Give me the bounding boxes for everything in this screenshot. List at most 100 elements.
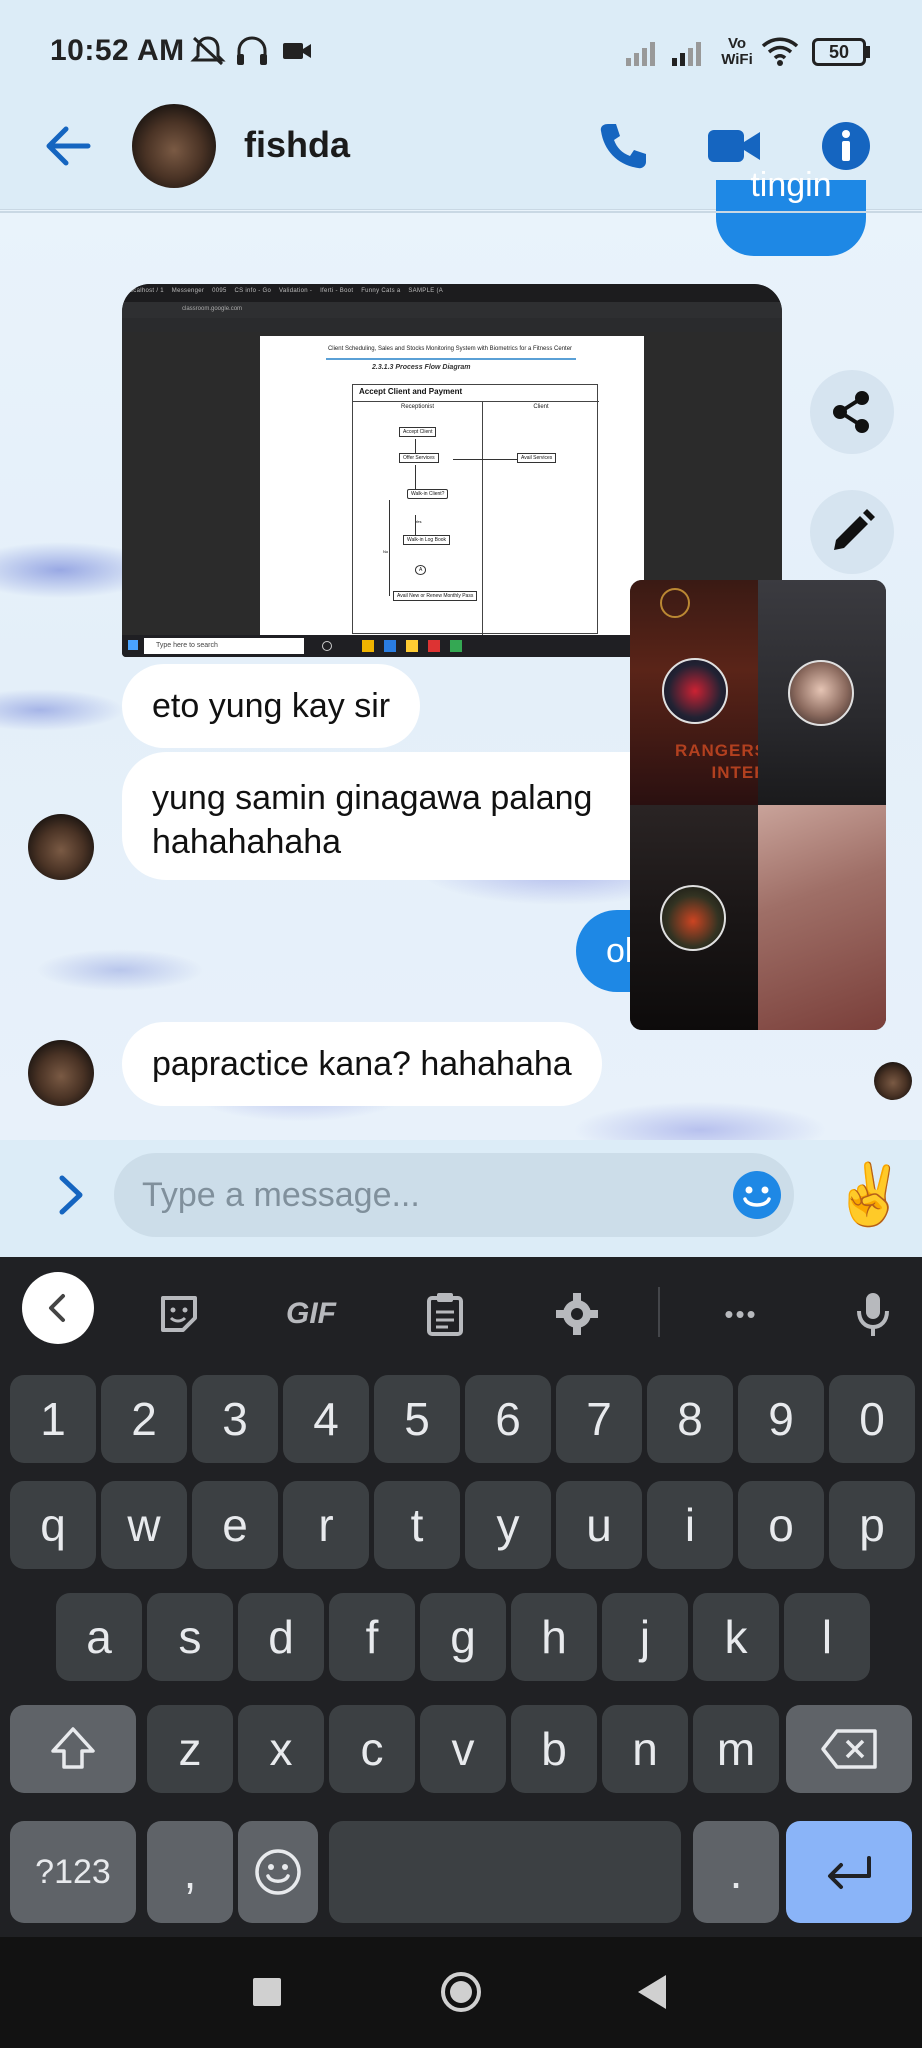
chevron-left-icon xyxy=(49,1294,65,1322)
key-k[interactable]: k xyxy=(693,1593,779,1681)
key-1[interactable]: 1 xyxy=(10,1375,96,1463)
key-n[interactable]: n xyxy=(602,1705,688,1793)
key-2[interactable]: 2 xyxy=(101,1375,187,1463)
microphone-icon xyxy=(857,1293,889,1336)
key-t[interactable]: t xyxy=(374,1481,460,1569)
shift-icon xyxy=(51,1727,95,1769)
settings-button[interactable] xyxy=(542,1279,612,1349)
shift-key[interactable] xyxy=(10,1705,136,1793)
key-r[interactable]: r xyxy=(283,1481,369,1569)
message-composer[interactable] xyxy=(114,1153,794,1237)
contact-avatar[interactable] xyxy=(132,104,216,188)
enter-icon xyxy=(828,1856,871,1889)
phone-icon[interactable] xyxy=(594,118,650,174)
sender-avatar[interactable] xyxy=(28,1040,94,1106)
key-v[interactable]: v xyxy=(420,1705,506,1793)
share-button[interactable] xyxy=(810,370,894,454)
comma-key[interactable]: , xyxy=(147,1821,233,1923)
key-i[interactable]: i xyxy=(647,1481,733,1569)
key-u[interactable]: u xyxy=(556,1481,642,1569)
emoji-key[interactable] xyxy=(238,1821,318,1923)
key-x[interactable]: x xyxy=(238,1705,324,1793)
key-q[interactable]: q xyxy=(10,1481,96,1569)
browser-address-bar: classroom.google.com xyxy=(122,302,782,318)
edit-button[interactable] xyxy=(810,490,894,574)
recents-icon[interactable] xyxy=(242,1967,292,2017)
key-0[interactable]: 0 xyxy=(829,1375,915,1463)
video-call-overlay[interactable]: RANGERS OF THE INTERNET xyxy=(630,580,886,1030)
message-text: papractice kana? hahahaha xyxy=(152,1045,572,1083)
gear-icon xyxy=(556,1293,598,1335)
symbols-key[interactable]: ?123 xyxy=(10,1821,136,1923)
key-5[interactable]: 5 xyxy=(374,1375,460,1463)
key-6[interactable]: 6 xyxy=(465,1375,551,1463)
back-icon[interactable] xyxy=(628,1967,678,2017)
emoji-icon xyxy=(255,1849,301,1895)
key-s[interactable]: s xyxy=(147,1593,233,1681)
space-key[interactable] xyxy=(329,1821,681,1923)
key-e[interactable]: e xyxy=(192,1481,278,1569)
key-p[interactable]: p xyxy=(829,1481,915,1569)
status-bar: 10:52 AM Vo WiFi 50 xyxy=(0,0,922,100)
headset-icon xyxy=(237,36,267,65)
message-text: eto yung kay sir xyxy=(152,687,391,725)
more-button[interactable]: ••• xyxy=(706,1279,776,1349)
voice-input-button[interactable] xyxy=(838,1279,908,1349)
sent-message[interactable]: tingin xyxy=(716,166,866,256)
enter-key[interactable] xyxy=(786,1821,912,1923)
message-text: tingin xyxy=(750,166,832,204)
key-o[interactable]: o xyxy=(738,1481,824,1569)
key-y[interactable]: y xyxy=(465,1481,551,1569)
gif-button[interactable]: GIF xyxy=(276,1279,346,1349)
signal-icon xyxy=(672,42,701,66)
key-a[interactable]: a xyxy=(56,1593,142,1681)
key-b[interactable]: b xyxy=(511,1705,597,1793)
sticker-button[interactable] xyxy=(144,1279,214,1349)
battery-level: 50 xyxy=(828,42,850,62)
home-icon[interactable] xyxy=(436,1967,486,2017)
received-message[interactable]: eto yung kay sir xyxy=(122,664,421,748)
chevron-right-icon[interactable] xyxy=(50,1170,94,1220)
key-8[interactable]: 8 xyxy=(647,1375,733,1463)
vowifi-icon: Vo WiFi xyxy=(721,35,753,68)
period-key[interactable]: . xyxy=(693,1821,779,1923)
back-arrow-icon[interactable] xyxy=(40,118,96,174)
key-j[interactable]: j xyxy=(602,1593,688,1681)
key-l[interactable]: l xyxy=(784,1593,870,1681)
message-input[interactable] xyxy=(142,1169,702,1221)
sticker-icon xyxy=(161,1296,197,1332)
message-text-line: hahahahaha xyxy=(152,823,342,861)
key-4[interactable]: 4 xyxy=(283,1375,369,1463)
key-g[interactable]: g xyxy=(420,1593,506,1681)
participant-tile xyxy=(758,805,886,1030)
contact-name[interactable]: fishda xyxy=(244,124,350,166)
emoji-icon[interactable] xyxy=(730,1168,784,1222)
share-icon xyxy=(833,391,869,433)
keyboard-toolbar: GIF ••• xyxy=(0,1257,922,1357)
on-screen-keyboard: GIF ••• 1 2 3 4 5 6 7 8 9 0 q w e r t y … xyxy=(0,1257,922,1937)
key-d[interactable]: d xyxy=(238,1593,324,1681)
key-h[interactable]: h xyxy=(511,1593,597,1681)
received-message[interactable]: yung samin ginagawa palang hahahahaha xyxy=(122,752,682,880)
sender-avatar[interactable] xyxy=(28,814,94,880)
key-9[interactable]: 9 xyxy=(738,1375,824,1463)
signal-icon xyxy=(626,42,655,66)
key-3[interactable]: 3 xyxy=(192,1375,278,1463)
key-w[interactable]: w xyxy=(101,1481,187,1569)
participant-avatar xyxy=(662,658,728,724)
backspace-key[interactable] xyxy=(786,1705,912,1793)
participant-avatar xyxy=(788,660,854,726)
key-m[interactable]: m xyxy=(693,1705,779,1793)
key-7[interactable]: 7 xyxy=(556,1375,642,1463)
keyboard-back-button[interactable] xyxy=(22,1272,94,1344)
read-receipt-avatar xyxy=(874,1062,912,1100)
wifi-icon xyxy=(761,37,799,66)
clipboard-button[interactable] xyxy=(410,1279,480,1349)
toolbar-divider xyxy=(658,1287,660,1337)
quick-reaction-button[interactable]: ✌️ xyxy=(832,1160,907,1230)
key-c[interactable]: c xyxy=(329,1705,415,1793)
received-message[interactable]: papractice kana? hahahaha xyxy=(122,1022,602,1106)
battery-tip xyxy=(866,46,870,58)
key-f[interactable]: f xyxy=(329,1593,415,1681)
key-z[interactable]: z xyxy=(147,1705,233,1793)
